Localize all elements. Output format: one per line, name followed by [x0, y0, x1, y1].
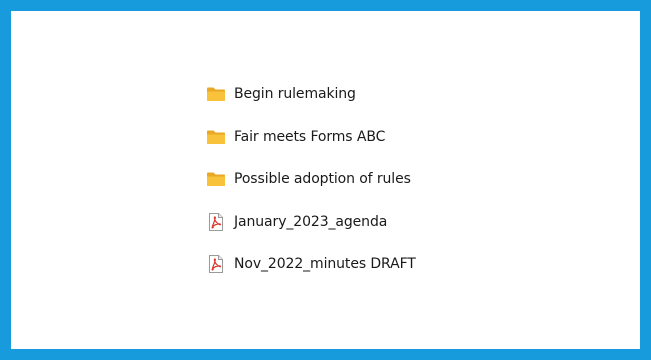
folder-icon	[206, 128, 226, 146]
file-name: January_2023_agenda	[234, 213, 388, 230]
file-name: Possible adoption of rules	[234, 171, 411, 187]
file-name: Nov_2022_minutes DRAFT	[234, 256, 416, 272]
folder-item-fair-meets-forms-abc[interactable]: Fair meets Forms ABC	[206, 126, 416, 148]
file-list: Begin rulemaking Fair meets Forms ABC Po…	[206, 83, 416, 296]
folder-item-possible-adoption-of-rules[interactable]: Possible adoption of rules	[206, 168, 416, 190]
file-name: Fair meets Forms ABC	[234, 128, 386, 145]
pdf-file-icon	[206, 212, 226, 231]
folder-item-begin-rulemaking[interactable]: Begin rulemaking	[206, 83, 416, 105]
file-name: Begin rulemaking	[234, 86, 356, 102]
window-frame: Begin rulemaking Fair meets Forms ABC Po…	[0, 0, 651, 360]
pdf-item-january-2023-agenda[interactable]: January_2023_agenda	[206, 211, 416, 233]
folder-icon	[206, 85, 226, 103]
pdf-item-nov-2022-minutes-draft[interactable]: Nov_2022_minutes DRAFT	[206, 253, 416, 275]
folder-icon	[206, 170, 226, 188]
pdf-file-icon	[206, 255, 226, 273]
